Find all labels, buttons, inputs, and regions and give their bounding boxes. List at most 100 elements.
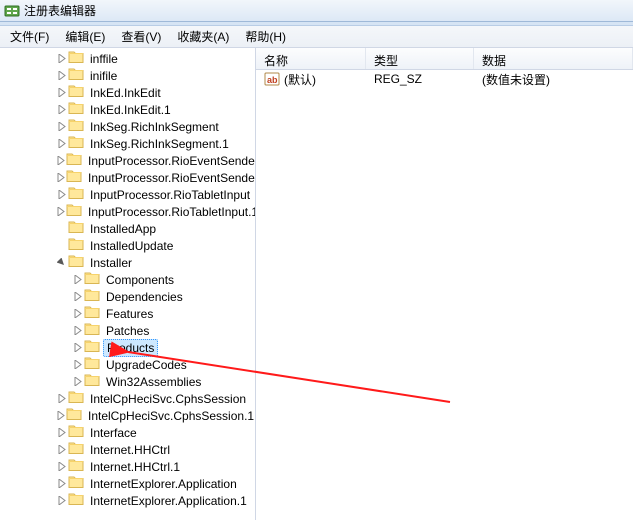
tree-node[interactable]: IntelCpHeciSvc.CphsSession [0,390,255,407]
value-name: (默认) [284,71,316,88]
expand-icon[interactable] [72,308,83,319]
tree-node[interactable]: InputProcessor.RioTabletInput [0,186,255,203]
tree-node-label: Features [103,306,156,322]
tree-node[interactable]: Interface [0,424,255,441]
tree-node[interactable]: Dependencies [0,288,255,305]
tree-node[interactable]: inffile [0,50,255,67]
tree-node[interactable]: InstalledApp [0,220,255,237]
tree-node[interactable]: Products [0,339,255,356]
tree-node-label: inifile [87,68,120,84]
tree-node-label: Interface [87,425,140,441]
tree-node[interactable]: InkEd.InkEdit.1 [0,101,255,118]
tree-node[interactable]: InternetExplorer.Application [0,475,255,492]
col-name[interactable]: 名称 [256,48,366,69]
expand-icon[interactable] [72,291,83,302]
tree-node-label: InkSeg.RichInkSegment.1 [87,136,232,152]
expand-icon[interactable] [72,376,83,387]
expand-icon[interactable] [56,427,67,438]
tree-node-label: InkEd.InkEdit [87,85,164,101]
tree-node-label: Internet.HHCtrl.1 [87,459,183,475]
tree-node-label: Dependencies [103,289,186,305]
expand-icon[interactable] [56,206,65,217]
tree-node-label: InputProcessor.RioEventSender [85,153,256,169]
tree-node[interactable]: InputProcessor.RioTabletInput.1 [0,203,255,220]
tree-node-label: Products [103,339,158,357]
tree-node-label: Win32Assemblies [103,374,204,390]
title-bar: 注册表编辑器 [0,0,633,22]
tree-node[interactable]: InkEd.InkEdit [0,84,255,101]
expand-icon[interactable] [72,342,83,353]
expand-icon[interactable] [72,359,83,370]
tree-node-label: Installer [87,255,135,271]
tree-node[interactable]: Internet.HHCtrl.1 [0,458,255,475]
tree-node[interactable]: InkSeg.RichInkSegment [0,118,255,135]
expand-icon[interactable] [56,121,67,132]
collapse-icon[interactable] [56,257,67,268]
expand-icon[interactable] [56,138,67,149]
tree-node[interactable]: InstalledUpdate [0,237,255,254]
tree-node[interactable]: Patches [0,322,255,339]
tree-node[interactable]: InputProcessor.RioEventSender [0,152,255,169]
menu-bar: 文件(F) 编辑(E) 查看(V) 收藏夹(A) 帮助(H) [0,26,633,48]
menu-file[interactable]: 文件(F) [4,26,55,47]
tree-view[interactable]: inffileinifileInkEd.InkEditInkEd.InkEdit… [0,48,256,520]
tree-node-label: UpgradeCodes [103,357,190,373]
tree-node-label: InstalledUpdate [87,238,176,254]
tree-node[interactable]: inifile [0,67,255,84]
tree-node-label: Internet.HHCtrl [87,442,173,458]
tree-node[interactable]: InternetExplorer.Application.1 [0,492,255,509]
tree-node-label: InternetExplorer.Application [87,476,240,492]
menu-view[interactable]: 查看(V) [115,26,167,47]
expand-icon[interactable] [56,410,65,421]
tree-node-label: InkEd.InkEdit.1 [87,102,174,118]
window-title: 注册表编辑器 [24,2,96,19]
col-type[interactable]: 类型 [366,48,474,69]
expand-icon[interactable] [72,274,83,285]
expand-icon[interactable] [56,461,67,472]
value-type: REG_SZ [366,70,474,88]
regedit-icon [4,3,20,19]
expand-icon[interactable] [72,325,83,336]
tree-node-label: InputProcessor.RioTabletInput.1 [85,204,256,220]
content: inffileinifileInkEd.InkEditInkEd.InkEdit… [0,48,633,520]
values-pane: 名称 类型 数据 ab (默认) REG_SZ (数值未设置) [256,48,633,520]
expand-icon[interactable] [56,393,67,404]
svg-text:ab: ab [267,75,278,85]
tree-node[interactable]: InputProcessor.RioEventSender. [0,169,255,186]
value-row[interactable]: ab (默认) REG_SZ (数值未设置) [256,70,633,88]
tree-node[interactable]: Installer [0,254,255,271]
string-value-icon: ab [264,71,280,87]
expand-icon[interactable] [56,495,67,506]
col-data[interactable]: 数据 [474,48,633,69]
expand-icon[interactable] [56,155,65,166]
tree-node-label: InternetExplorer.Application.1 [87,493,250,509]
expand-icon[interactable] [56,53,67,64]
expand-icon[interactable] [56,172,65,183]
expand-icon[interactable] [56,87,67,98]
menu-edit[interactable]: 编辑(E) [59,26,111,47]
expand-icon[interactable] [56,478,67,489]
tree-node-label: InputProcessor.RioTabletInput [87,187,253,203]
values-header: 名称 类型 数据 [256,48,633,70]
tree-node[interactable]: InkSeg.RichInkSegment.1 [0,135,255,152]
tree-node[interactable]: UpgradeCodes [0,356,255,373]
expand-icon[interactable] [56,104,67,115]
tree-node[interactable]: Components [0,271,255,288]
tree-node-label: IntelCpHeciSvc.CphsSession.1 [85,408,256,424]
expand-icon[interactable] [56,70,67,81]
folder-icon [68,491,87,510]
tree-node[interactable]: Win32Assemblies [0,373,255,390]
tree-node[interactable]: Internet.HHCtrl [0,441,255,458]
tree-node[interactable]: Features [0,305,255,322]
tree-node-label: Patches [103,323,152,339]
tree-node-label: InstalledApp [87,221,159,237]
tree-node-label: IntelCpHeciSvc.CphsSession [87,391,249,407]
expand-icon[interactable] [56,189,67,200]
tree-node[interactable]: IntelCpHeciSvc.CphsSession.1 [0,407,255,424]
menu-help[interactable]: 帮助(H) [239,26,292,47]
tree-node-label: Components [103,272,177,288]
value-data: (数值未设置) [474,69,558,90]
tree-node-label: inffile [87,51,121,67]
expand-icon[interactable] [56,444,67,455]
menu-favorites[interactable]: 收藏夹(A) [171,26,235,47]
